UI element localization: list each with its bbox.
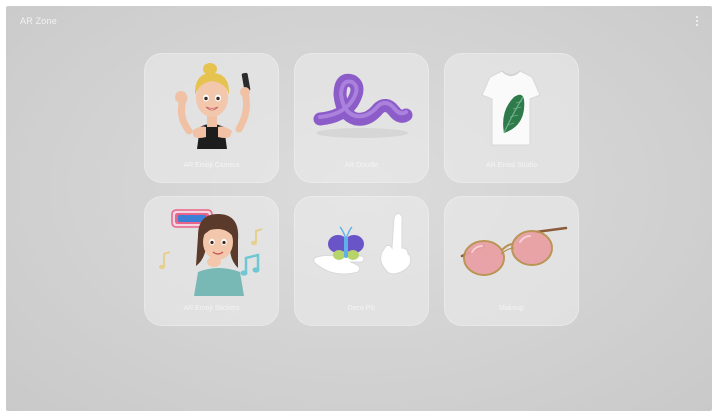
- more-options-button[interactable]: [692, 14, 702, 28]
- tile-label: Deco Pic: [347, 305, 376, 312]
- hand-butterfly-icon: [313, 213, 412, 275]
- tile-ar-emoji-stickers[interactable]: AR Emoji Stickers: [144, 196, 279, 326]
- tile-label: AR Emoji Camera: [183, 162, 240, 169]
- more-vertical-icon: [696, 16, 698, 18]
- tile-ar-emoji-camera[interactable]: AR Emoji Camera: [144, 53, 279, 183]
- tile-label: AR Doodle: [344, 162, 379, 169]
- sunglasses-icon: [460, 226, 568, 276]
- ar-zone-screen: AR Zone AR Emoji Camera AR Doodle AR Emo…: [6, 6, 712, 411]
- doodle-squiggle-icon: [313, 73, 413, 138]
- feature-grid: AR Emoji Camera AR Doodle AR Emoji Studi…: [144, 53, 579, 326]
- tile-makeup[interactable]: Makeup: [444, 196, 579, 326]
- tile-deco-pic[interactable]: Deco Pic: [294, 196, 429, 326]
- tile-label: AR Emoji Studio: [486, 162, 537, 169]
- tshirt-leaf-icon: [481, 70, 541, 146]
- tile-ar-doodle[interactable]: AR Doodle: [294, 53, 429, 183]
- tile-label: AR Emoji Stickers: [183, 305, 240, 312]
- app-title: AR Zone: [20, 16, 57, 26]
- emoji-on-air-icon: [159, 209, 263, 296]
- tile-label: Makeup: [499, 305, 524, 312]
- emoji-selfie-icon: [175, 63, 251, 149]
- tile-ar-emoji-studio[interactable]: AR Emoji Studio: [444, 53, 579, 183]
